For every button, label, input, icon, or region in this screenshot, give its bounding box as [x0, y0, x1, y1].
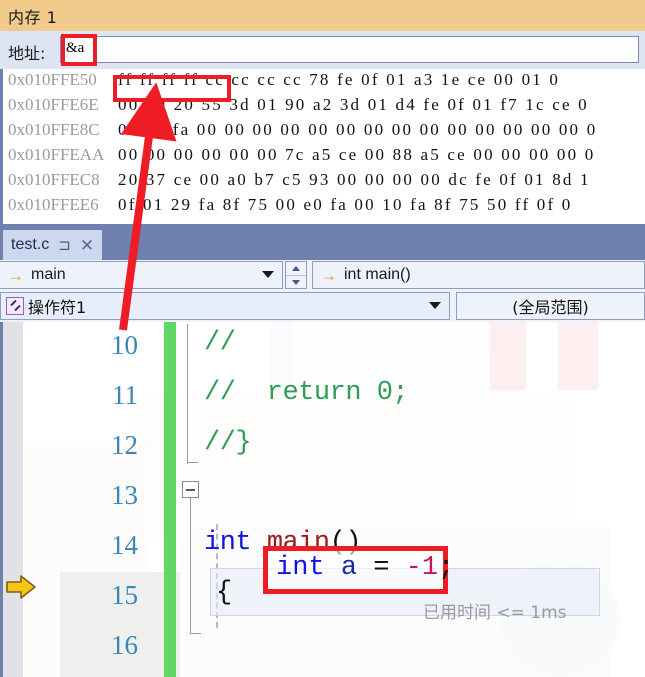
table-row[interactable]: 0x010FFEE6 0f 01 29 fa 8f 75 00 e0 fa 00…: [3, 194, 645, 219]
global-scope-dropdown[interactable]: (全局范围): [456, 292, 645, 320]
code-text-column[interactable]: // // return 0; //} int main() {: [158, 322, 645, 677]
code-line-11[interactable]: // return 0;: [158, 372, 645, 422]
collapse-toggle-main[interactable]: [182, 481, 199, 498]
table-row[interactable]: 0x010FFE50 ff ff ff ff cc cc cc cc 78 fe…: [3, 69, 645, 94]
line-number: 13: [111, 480, 138, 510]
code-text: //: [204, 328, 236, 358]
chevron-down-icon[interactable]: [429, 302, 441, 309]
memory-window-titlebar: 内存 1: [0, 0, 645, 32]
execution-pointer-arrow-icon: [6, 575, 36, 599]
spinner-down-button[interactable]: [286, 276, 306, 289]
table-row[interactable]: 0x010FFEAA 00 00 00 00 00 00 7c a5 ce 00…: [3, 144, 645, 169]
close-icon[interactable]: ✕: [80, 237, 94, 254]
arrow-right-icon: →: [7, 265, 24, 285]
tab-label: test.c: [11, 236, 50, 253]
hex-address: 0x010FFE6E: [8, 95, 99, 114]
editor-breakpoint-gutter[interactable]: [0, 322, 23, 677]
navigation-spinner[interactable]: [285, 261, 307, 289]
annotation-box-address: [61, 34, 97, 66]
scope-selector-dropdown[interactable]: → main: [0, 261, 283, 289]
screenshot-root: 内存 1 地址: &a 0x010FFE50 ff ff ff ff cc cc…: [0, 0, 645, 677]
editor-navigation-bar: → main → int main(): [0, 260, 645, 291]
hex-address: 0x010FFEC8: [8, 170, 100, 189]
member-selector-value: int main(): [344, 266, 411, 283]
hex-address: 0x010FFEAA: [8, 145, 105, 164]
code-text: //}: [204, 428, 252, 458]
memory-hex-dump[interactable]: 0x010FFE50 ff ff ff ff cc cc cc cc 78 fe…: [0, 69, 645, 224]
pin-icon[interactable]: ⊐: [58, 238, 71, 253]
line-number: 14: [111, 530, 138, 560]
editor-secondary-bar: 操作符1 (全局范围): [0, 290, 645, 323]
memory-window-title: 内存 1: [8, 8, 58, 27]
code-text: {: [216, 578, 232, 608]
code-line-10[interactable]: //: [158, 322, 645, 372]
hex-bytes: 00 e0 fa 00 00 00 00 00 00 00 00 00 00 0…: [118, 120, 598, 139]
table-row[interactable]: 0x010FFE6E 00 00 20 55 3d 01 90 a2 3d 01…: [3, 94, 645, 119]
address-label: 地址:: [8, 44, 46, 63]
chevron-down-icon: [292, 280, 300, 285]
arrow-right-icon: →: [320, 265, 337, 285]
member-selector-dropdown[interactable]: → int main(): [312, 261, 645, 289]
operator-selector-value: 操作符1: [28, 298, 87, 317]
operator-icon: [6, 297, 24, 315]
hex-address: 0x010FFEE6: [8, 195, 99, 214]
operator-selector-dropdown[interactable]: 操作符1: [0, 292, 450, 320]
code-text: // return 0;: [204, 378, 409, 408]
annotation-box-hex-bytes: [113, 75, 231, 102]
line-number: 11: [112, 380, 138, 410]
tab-test-c[interactable]: test.c ⊐ ✕: [3, 230, 103, 260]
code-line-16[interactable]: int a = -1;: [158, 622, 645, 672]
table-row[interactable]: 0x010FFE8C 00 e0 fa 00 00 00 00 00 00 00…: [3, 119, 645, 144]
code-line-17[interactable]: return 0;: [158, 672, 645, 677]
line-number: 12: [111, 430, 138, 460]
editor-tab-strip: test.c ⊐ ✕: [0, 228, 645, 260]
hex-address: 0x010FFE50: [8, 70, 97, 89]
hex-bytes: 0f 01 29 fa 8f 75 00 e0 fa 00 10 fa 8f 7…: [118, 195, 573, 214]
chevron-down-icon[interactable]: [262, 271, 274, 278]
hex-bytes: 00 00 00 00 00 00 7c a5 ce 00 88 a5 ce 0…: [118, 145, 596, 164]
table-row[interactable]: 0x010FFEC8 20 37 ce 00 a0 b7 c5 93 00 00…: [3, 169, 645, 194]
hex-bytes: 20 37 ce 00 a0 b7 c5 93 00 00 00 00 dc f…: [118, 170, 591, 189]
hex-address: 0x010FFE8C: [8, 120, 100, 139]
spinner-up-button[interactable]: [286, 262, 306, 276]
code-line-13[interactable]: [158, 472, 645, 522]
elapsed-time-label: 已用时间 <= 1ms: [423, 603, 567, 623]
scope-selector-value: main: [31, 266, 66, 283]
line-number: 15: [111, 580, 138, 610]
line-number-column: 10 11 12 13 14 15 16 17 18: [23, 322, 158, 677]
address-input[interactable]: &a: [60, 36, 639, 63]
line-number: 16: [111, 630, 138, 660]
highlighted-code-text: int a = -1;: [276, 553, 455, 583]
code-editor-surface[interactable]: 10 11 12 13 14 15 16 17 18 // // return …: [0, 322, 645, 677]
code-line-12[interactable]: //}: [158, 422, 645, 472]
line-number: 10: [111, 330, 138, 360]
chevron-up-icon: [292, 266, 300, 271]
global-scope-value: (全局范围): [512, 298, 589, 317]
